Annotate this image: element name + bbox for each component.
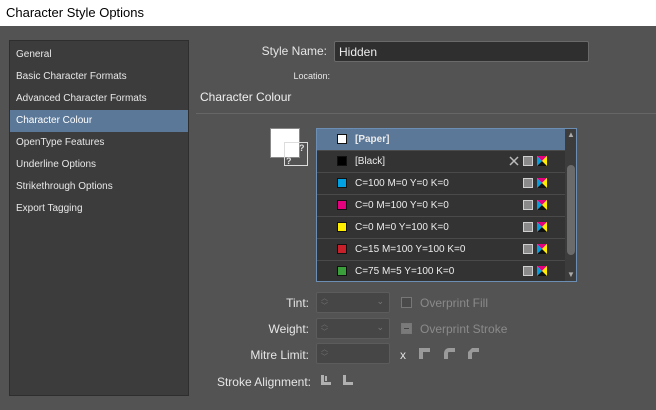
style-name-label: Style Name: — [261, 44, 327, 58]
category-sidebar: General Basic Character Formats Advanced C… — [9, 40, 189, 396]
sidebar-item[interactable]: Strikethrough Options — [10, 176, 188, 198]
cmyk-icon — [537, 222, 547, 232]
no-edit-icon — [509, 156, 519, 166]
section-title: Character Colour — [200, 90, 292, 104]
sidebar-item[interactable]: Basic Character Formats — [10, 66, 188, 88]
swatch-row[interactable]: [Black] — [317, 151, 565, 173]
swatch-row[interactable]: C=0 M=100 Y=0 K=0 — [317, 195, 565, 217]
swatch-color-chip — [337, 156, 347, 166]
mixed-fill-icon: ? — [299, 143, 305, 153]
location-label: Location: — [293, 71, 330, 81]
sidebar-item[interactable]: Character Colour — [10, 110, 188, 132]
swatch-row[interactable]: C=15 M=100 Y=100 K=0 — [317, 239, 565, 261]
swatch-color-chip — [337, 266, 347, 276]
swatch-name: C=100 M=0 Y=0 K=0 — [355, 178, 449, 189]
weight-stepper[interactable]: ︿ ﹀ ⌄ — [316, 318, 390, 339]
swatch-row[interactable]: C=0 M=0 Y=100 K=0 — [317, 217, 565, 239]
swatch-name: C=75 M=5 Y=100 K=0 — [355, 266, 455, 277]
swatch-color-chip — [337, 178, 347, 188]
stepper-arrows-icon: ︿ ﹀ — [321, 346, 328, 361]
weight-label: Weight: — [268, 322, 309, 336]
swatch-row[interactable]: C=100 M=0 Y=0 K=0 — [317, 173, 565, 195]
scroll-thumb[interactable] — [567, 165, 575, 255]
cmyk-icon — [537, 266, 547, 276]
mixed-stroke-icon: ? — [286, 156, 292, 166]
process-icon — [523, 178, 533, 188]
sidebar-item[interactable]: General — [10, 44, 188, 66]
swatch-color-chip — [337, 244, 347, 254]
overprint-stroke-checkbox[interactable] — [401, 323, 412, 334]
chevron-down-icon[interactable]: ⌄ — [376, 322, 384, 333]
miter-join-icon[interactable] — [418, 347, 431, 360]
round-join-icon[interactable] — [443, 347, 456, 360]
process-icon — [523, 222, 533, 232]
chevron-down-icon[interactable]: ⌄ — [376, 296, 384, 307]
sidebar-item[interactable]: Underline Options — [10, 154, 188, 176]
mitre-x-label: x — [400, 348, 406, 362]
window-title-bar: Character Style Options — [0, 0, 656, 26]
swatch-name: C=15 M=100 Y=100 K=0 — [355, 244, 466, 255]
swatch-color-chip — [337, 200, 347, 210]
tint-stepper[interactable]: ︿ ﹀ ⌄ — [316, 292, 390, 313]
window-title: Character Style Options — [6, 5, 145, 20]
cmyk-icon — [537, 200, 547, 210]
swatch-list-scrollbar[interactable]: ▲ ▼ — [565, 129, 576, 281]
process-icon — [523, 244, 533, 254]
scroll-up-arrow-icon[interactable]: ▲ — [567, 130, 575, 139]
process-icon — [523, 266, 533, 276]
align-center-stroke-icon[interactable] — [320, 374, 332, 386]
swatch-row[interactable]: C=75 M=5 Y=100 K=0 — [317, 261, 565, 281]
bevel-join-icon[interactable] — [467, 347, 480, 360]
align-outside-stroke-icon[interactable] — [342, 374, 354, 386]
swatch-name: [Paper] — [355, 134, 390, 145]
swatch-color-chip — [337, 134, 347, 144]
swatch-color-chip — [337, 222, 347, 232]
process-icon — [523, 200, 533, 210]
swatch-row[interactable]: [Paper] — [317, 129, 565, 151]
overprint-fill-checkbox[interactable] — [401, 297, 412, 308]
fill-stroke-proxy[interactable]: ? ? — [268, 128, 312, 172]
sidebar-item[interactable]: OpenType Features — [10, 132, 188, 154]
cmyk-icon — [537, 156, 547, 166]
process-icon — [523, 156, 533, 166]
cmyk-icon — [537, 178, 547, 188]
tint-label: Tint: — [286, 296, 309, 310]
mitre-limit-label: Mitre Limit: — [250, 348, 309, 362]
overprint-fill-label: Overprint Fill — [420, 296, 489, 310]
swatch-name: C=0 M=100 Y=0 K=0 — [355, 200, 449, 211]
sidebar-item[interactable]: Export Tagging — [10, 198, 188, 220]
cmyk-icon — [537, 244, 547, 254]
stroke-alignment-label: Stroke Alignment: — [216, 375, 311, 389]
scroll-down-arrow-icon[interactable]: ▼ — [567, 270, 575, 279]
overprint-stroke-label: Overprint Stroke — [420, 322, 508, 336]
sidebar-item[interactable]: Advanced Character Formats — [10, 88, 188, 110]
style-name-input[interactable] — [334, 41, 589, 62]
swatch-name: [Black] — [355, 156, 386, 167]
stepper-arrows-icon: ︿ ﹀ — [321, 295, 328, 310]
stepper-arrows-icon: ︿ ﹀ — [321, 321, 328, 336]
section-divider — [196, 113, 656, 114]
mitre-limit-stepper[interactable]: ︿ ﹀ — [316, 343, 390, 364]
swatch-name: C=0 M=0 Y=100 K=0 — [355, 222, 449, 233]
swatch-list[interactable]: ▲ ▼ [Paper] [Black] C=100 M=0 Y=0 K=0 C=0 M… — [316, 128, 577, 282]
checkbox-mixed-icon — [404, 328, 409, 329]
